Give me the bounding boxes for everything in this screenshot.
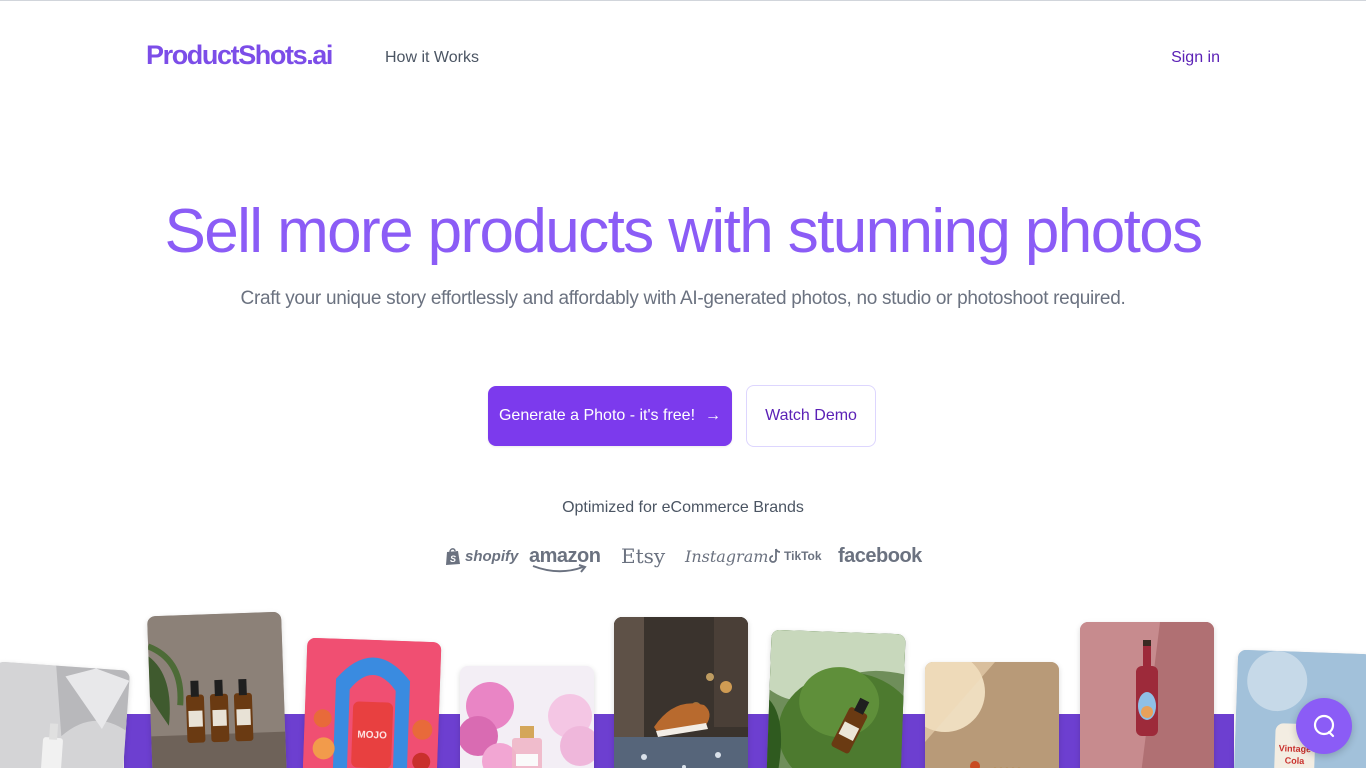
product-gallery: MOJO Vintage Cola — [0, 600, 1366, 768]
watch-demo-label: Watch Demo — [765, 407, 857, 424]
etsy-logo: Etsy — [621, 538, 665, 574]
shopify-logo: S shopify — [445, 538, 518, 574]
product-photo-moss-bottle — [766, 629, 906, 768]
sign-in-link[interactable]: Sign in — [1171, 49, 1220, 67]
product-photo-sunlit-product — [925, 662, 1059, 768]
shopify-wordmark: shopify — [465, 547, 519, 565]
instagram-wordmark: Instagram — [685, 546, 769, 566]
brands-caption: Optimized for eCommerce Brands — [562, 499, 804, 516]
generate-photo-label: Generate a Photo - it's free! — [498, 407, 696, 424]
nav-link-how-it-works[interactable]: How it Works — [385, 49, 479, 67]
generate-photo-button[interactable]: Generate a Photo - it's free! → — [488, 386, 732, 446]
product-photo-mojo-pouch: MOJO — [302, 637, 442, 768]
svg-text:Cola: Cola — [1285, 755, 1306, 766]
amazon-logo: amazon — [529, 538, 601, 574]
etsy-wordmark: Etsy — [621, 544, 666, 568]
product-photo-wine-bottle — [1080, 622, 1214, 768]
amazon-smile-icon — [532, 564, 587, 573]
navbar: ProductShots.ai How it Works Sign in — [0, 0, 1366, 118]
chat-bubble-icon — [1313, 714, 1335, 738]
product-photo-serum-bottle — [0, 661, 131, 768]
tiktok-logo: TikTok — [769, 538, 822, 574]
tiktok-note-icon — [769, 548, 781, 563]
tiktok-wordmark: TikTok — [784, 549, 822, 563]
instagram-logo: Instagram — [685, 538, 768, 574]
product-photo-amber-bottles — [147, 611, 287, 768]
facebook-logo: facebook — [838, 538, 922, 574]
facebook-wordmark: facebook — [838, 544, 922, 567]
product-photo-perfume-bottle — [460, 666, 594, 768]
product-photo-sneaker — [614, 617, 748, 768]
hero-title: Sell more products with stunning photos — [164, 197, 1204, 266]
svg-text:MOJO: MOJO — [357, 730, 387, 742]
arrow-right-icon: → — [705, 407, 722, 424]
hero-subtitle: Craft your unique story effortlessly and… — [240, 288, 1126, 309]
svg-text:S: S — [450, 554, 456, 564]
logo[interactable]: ProductShots.ai — [146, 40, 333, 71]
shopify-bag-icon: S — [446, 547, 460, 565]
chat-launcher-button[interactable] — [1296, 698, 1352, 754]
watch-demo-button[interactable]: Watch Demo — [746, 385, 876, 447]
brand-logos: S shopify amazon Etsy Instagram TikTok f… — [445, 538, 925, 574]
